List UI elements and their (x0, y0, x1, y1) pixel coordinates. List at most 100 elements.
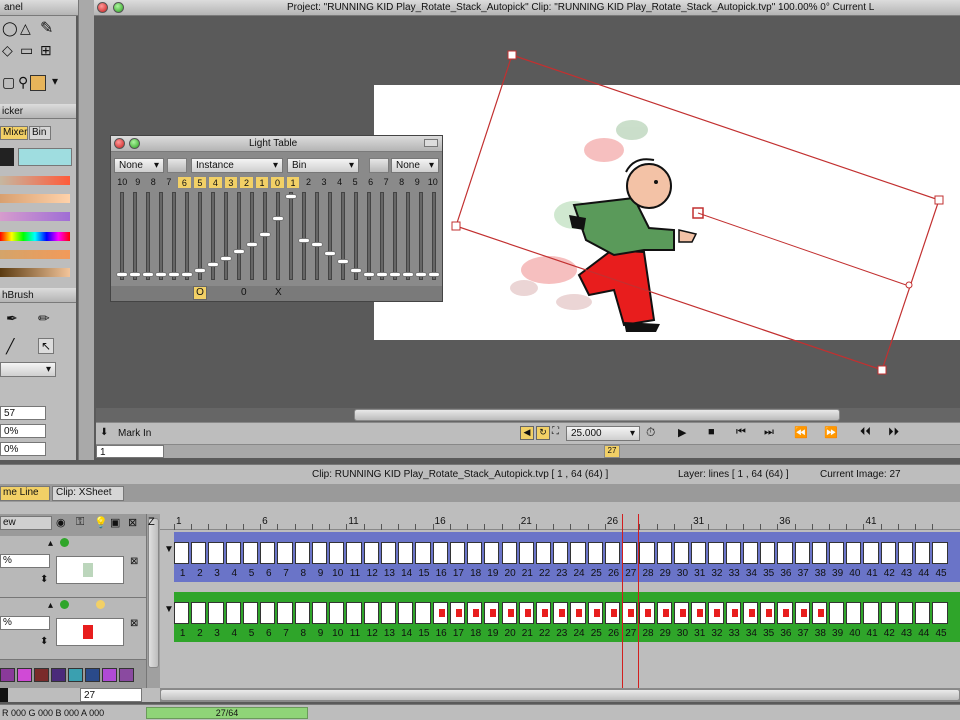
frame-cell[interactable] (415, 602, 431, 624)
frame-cell[interactable] (398, 542, 414, 564)
frame-cell[interactable] (260, 542, 276, 564)
frame-cell[interactable] (725, 602, 741, 624)
light-table-slider-track[interactable] (210, 192, 215, 280)
panel-scrollbar[interactable] (78, 0, 94, 460)
frame-cell[interactable] (346, 602, 362, 624)
light-table-slider-knob[interactable] (154, 271, 167, 277)
light-table-mode-select[interactable]: None (114, 158, 164, 173)
canvas-hscroll[interactable] (96, 408, 960, 422)
frame-cell[interactable] (225, 602, 241, 624)
next-frame-button[interactable]: ⏩ (824, 426, 838, 439)
layer-square-icon[interactable]: ▣ (110, 516, 120, 529)
light-table-number[interactable]: 2 (239, 176, 254, 189)
light-table-slider-knob[interactable] (363, 271, 376, 277)
layer2-status-dot[interactable] (60, 600, 69, 609)
timeline-vscroll[interactable] (146, 514, 160, 688)
frame-cell[interactable] (311, 542, 328, 564)
frame-cell[interactable] (570, 602, 586, 624)
light-table-footer-o[interactable]: O (193, 286, 207, 300)
frame-cell[interactable] (501, 602, 517, 624)
light-table-number[interactable]: 3 (317, 176, 332, 189)
frame-cell[interactable] (174, 542, 190, 564)
layer2-settings-icon[interactable]: ⊠ (130, 618, 138, 629)
light-table-number[interactable]: 8 (146, 176, 161, 189)
light-table-bin-select[interactable]: Bin (287, 158, 359, 173)
frame-cell[interactable] (432, 602, 448, 624)
play-direction-icon[interactable]: ◀ (520, 426, 534, 440)
cursor-preset-icon[interactable]: ↖ (38, 338, 55, 354)
layer1-settings-icon[interactable]: ⊠ (130, 556, 138, 567)
light-table-slider-knob[interactable] (428, 271, 441, 277)
eye-icon[interactable]: ◉ (56, 516, 66, 529)
light-table-slider-knob[interactable] (232, 249, 245, 255)
polygon-tool-icon[interactable]: △ (20, 20, 31, 37)
loop-icon[interactable]: ↻ (536, 426, 550, 440)
timeline-hscroll[interactable] (160, 688, 960, 702)
light-table-slider-track[interactable] (132, 192, 137, 280)
layer1-link-icon[interactable]: ⬍ (40, 574, 48, 585)
light-table-slider-track[interactable] (380, 192, 385, 280)
frame-cell[interactable] (777, 542, 793, 564)
frame-cell[interactable] (604, 542, 621, 564)
frame-cell[interactable] (777, 602, 793, 624)
frame-cell[interactable] (363, 602, 379, 624)
color-swatch-item[interactable] (119, 668, 134, 682)
layer-row-1[interactable]: ▴ % ⊠ ⬍ (0, 536, 146, 598)
light-table-number[interactable]: 1 (285, 176, 301, 189)
prev-frame-button[interactable]: ⏪ (794, 426, 808, 439)
light-table-number[interactable]: 7 (162, 176, 177, 189)
light-table-footer-x[interactable]: X (275, 287, 282, 298)
frame-cell[interactable] (553, 542, 569, 564)
layer1-visible-icon[interactable]: ▴ (48, 538, 53, 549)
light-table-slider-track[interactable] (236, 192, 241, 280)
light-table-number[interactable]: 7 (379, 176, 394, 189)
frame-cell[interactable] (691, 542, 707, 564)
light-table-slider-track[interactable] (328, 192, 333, 280)
light-table-slider-track[interactable] (367, 192, 372, 280)
frame-cell[interactable] (484, 542, 500, 564)
window-close-icon[interactable] (97, 2, 108, 13)
frame-cell[interactable] (639, 542, 655, 564)
frame-cell[interactable] (535, 602, 552, 624)
light-table-number[interactable]: 5 (348, 176, 363, 189)
light-table-slider-knob[interactable] (337, 259, 350, 265)
color-swatch-item[interactable] (85, 668, 100, 682)
light-table-slider-track[interactable] (223, 192, 228, 280)
frame-cell[interactable] (311, 602, 328, 624)
layer1-expand-icon[interactable]: ▼ (164, 544, 174, 555)
frame-cell[interactable] (932, 542, 948, 564)
slider-red[interactable] (0, 176, 70, 185)
light-table-number[interactable]: 9 (131, 176, 146, 189)
color-option-button[interactable] (0, 148, 14, 166)
frame-cell[interactable] (570, 542, 586, 564)
frame-cell[interactable] (811, 542, 827, 564)
frame-cell[interactable] (742, 602, 759, 624)
square-tool-icon[interactable]: ▢ (2, 74, 15, 91)
light-table-titlebar[interactable]: Light Table (111, 136, 442, 152)
light-table-slider-track[interactable] (406, 192, 411, 280)
shape-tool-icon[interactable]: ◇ (2, 42, 13, 59)
frame-cell[interactable] (932, 602, 948, 624)
color-swatch-item[interactable] (51, 668, 66, 682)
light-table-number[interactable]: 2 (301, 176, 316, 189)
frame-cell[interactable] (587, 542, 603, 564)
frame-cell[interactable] (277, 542, 293, 564)
frame-cell[interactable] (294, 542, 310, 564)
frame-cell[interactable] (380, 542, 397, 564)
last-frame-button[interactable]: ⏭ (764, 426, 774, 439)
frame-cell[interactable] (587, 602, 603, 624)
pen-preset-icon[interactable]: ╱ (6, 338, 14, 355)
frame-cell[interactable] (535, 542, 552, 564)
light-table-number[interactable]: 10 (115, 176, 130, 189)
light-table-right-select[interactable]: None (391, 158, 439, 173)
light-table-zoom-icon[interactable] (129, 138, 140, 149)
slider-hue[interactable] (0, 232, 70, 241)
current-frame-field[interactable]: 1 (96, 445, 164, 458)
frame-cell[interactable] (708, 602, 724, 624)
light-table-slider-knob[interactable] (415, 271, 428, 277)
light-table-slider-knob[interactable] (311, 242, 324, 248)
rect-select-icon[interactable]: ▭ (20, 42, 33, 59)
light-table-slider-knob[interactable] (193, 267, 206, 273)
light-table-collapse-icon[interactable] (424, 139, 438, 147)
tab-timeline[interactable]: me Line (0, 486, 50, 501)
